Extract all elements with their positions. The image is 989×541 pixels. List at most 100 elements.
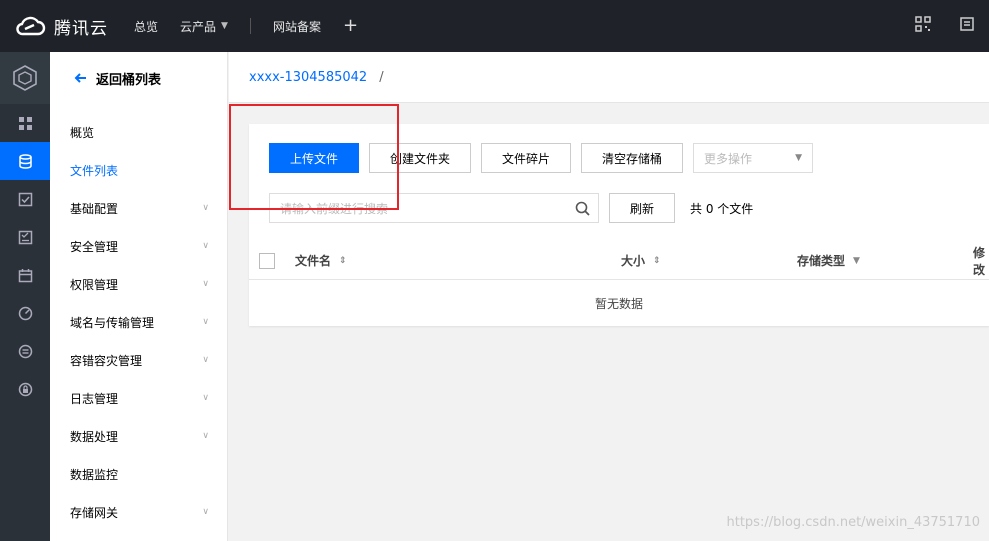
column-label: 大小 — [621, 254, 646, 268]
refresh-button[interactable]: 刷新 — [609, 193, 675, 223]
sidebar-item-label: 概览 — [70, 125, 95, 140]
upload-file-button[interactable]: 上传文件 — [269, 143, 359, 173]
column-size[interactable]: 大小 ⇕ — [621, 252, 661, 269]
column-label: 修改 — [973, 245, 986, 277]
sidebar-item-file-list[interactable]: 文件列表 — [50, 151, 227, 189]
nav-add-button[interactable]: + — [343, 17, 358, 35]
hexagon-cube-icon — [13, 65, 37, 91]
sidebar-item-overview[interactable]: 概览 — [50, 113, 227, 151]
lock-circle-icon — [18, 382, 32, 396]
file-count: 共 0 个文件 — [690, 201, 754, 216]
rail-dashboard[interactable] — [0, 104, 50, 142]
database-icon — [18, 153, 32, 169]
checkbox-icon — [18, 192, 32, 206]
grid-icon — [18, 116, 32, 130]
equal-circle-icon — [18, 344, 32, 358]
nav-cloud-products[interactable]: 云产品 ▼ — [180, 18, 228, 35]
rail-tasks[interactable] — [0, 180, 50, 218]
chevron-down-icon: ∨ — [202, 507, 209, 517]
rail-security[interactable] — [0, 370, 50, 408]
cos-product-logo[interactable] — [0, 52, 50, 104]
sidebar-item-label: 基础配置 — [70, 201, 119, 216]
document-icon[interactable] — [959, 16, 975, 32]
sidebar-item-basic-config[interactable]: 基础配置 ∨ — [50, 189, 227, 227]
nav-overview[interactable]: 总览 — [134, 18, 158, 35]
rail-inventory[interactable] — [0, 218, 50, 256]
column-modified[interactable]: 修改 — [973, 244, 989, 278]
back-label: 返回桶列表 — [96, 72, 162, 88]
chevron-down-icon: ▼ — [221, 21, 228, 31]
column-label: 文件名 — [295, 254, 332, 268]
prefix-search-input[interactable]: 请输入前缀进行搜索 — [269, 193, 599, 223]
toolbar: 上传文件 创建文件夹 文件碎片 清空存储桶 更多操作 ▼ — [269, 143, 813, 173]
column-storage-type[interactable]: 存储类型 ▼ — [797, 252, 860, 269]
sort-icon: ⇕ — [653, 255, 661, 266]
rail-messages[interactable] — [0, 332, 50, 370]
column-filename[interactable]: 文件名 ⇕ — [295, 252, 347, 269]
sort-icon: ⇕ — [339, 255, 347, 266]
filter-icon: ▼ — [853, 255, 860, 266]
caret-down-icon: ▼ — [795, 153, 802, 163]
watermark: https://blog.csdn.net/weixin_43751710 — [726, 515, 980, 530]
chevron-down-icon: ∨ — [202, 279, 209, 289]
checklist-icon — [18, 230, 32, 244]
tencent-cloud-logo[interactable]: 腾讯云 — [14, 14, 134, 39]
more-actions-dropdown[interactable]: 更多操作 ▼ — [693, 143, 813, 173]
sidebar-item-data-processing[interactable]: 数据处理 ∨ — [50, 417, 227, 455]
chevron-down-icon: ∨ — [202, 355, 209, 365]
sidebar-item-storage-gateway[interactable]: 存储网关 ∨ — [50, 493, 227, 531]
plus-icon: + — [342, 15, 359, 36]
search-placeholder: 请输入前缀进行搜索 — [280, 201, 389, 216]
main-content: xxxx-1304585042 / 上传文件 创建文件夹 文件碎片 清空存储桶 … — [229, 52, 989, 541]
rail-calendar[interactable] — [0, 256, 50, 294]
sidebar-item-label: 数据处理 — [70, 429, 119, 444]
column-label: 存储类型 — [797, 254, 846, 268]
sidebar-item-permissions[interactable]: 权限管理 ∨ — [50, 265, 227, 303]
sidebar-item-domain-transfer[interactable]: 域名与传输管理 ∨ — [50, 303, 227, 341]
breadcrumb-separator: / — [379, 69, 384, 85]
sidebar-item-security[interactable]: 安全管理 ∨ — [50, 227, 227, 265]
file-list-panel: 上传文件 创建文件夹 文件碎片 清空存储桶 更多操作 ▼ 请输入前缀进行搜索 刷… — [249, 124, 989, 326]
sidebar-item-label: 容错容灾管理 — [70, 353, 143, 368]
calendar-icon — [18, 268, 32, 282]
chevron-down-icon: ∨ — [202, 241, 209, 251]
gauge-icon — [18, 306, 32, 320]
sidebar-item-fault-tolerance[interactable]: 容错容灾管理 ∨ — [50, 341, 227, 379]
search-icon[interactable] — [575, 201, 590, 216]
nav-icp-filing-label: 网站备案 — [272, 19, 321, 34]
sidebar-item-label: 权限管理 — [70, 277, 119, 292]
table-header: 文件名 ⇕ 大小 ⇕ 存储类型 ▼ 修改 — [249, 242, 989, 280]
nav-icp-filing[interactable]: 网站备案 — [273, 18, 321, 35]
sidebar-item-label: 安全管理 — [70, 239, 119, 254]
sidebar-item-label: 数据监控 — [70, 467, 119, 482]
empty-state: 暂无数据 — [594, 297, 643, 311]
breadcrumb-bucket-link[interactable]: xxxx-1304585042 — [249, 70, 367, 85]
sidebar-item-label: 文件列表 — [70, 163, 119, 178]
rail-bucket-list[interactable] — [0, 142, 50, 180]
top-nav-bar: 腾讯云 总览 云产品 ▼ 网站备案 + — [0, 0, 989, 52]
rail-monitor[interactable] — [0, 294, 50, 332]
sidebar-item-label: 域名与传输管理 — [70, 315, 155, 330]
nav-divider — [249, 18, 251, 34]
file-fragments-button[interactable]: 文件碎片 — [481, 143, 571, 173]
back-to-bucket-list[interactable]: 返回桶列表 — [50, 52, 227, 104]
sidebar-item-data-monitoring[interactable]: 数据监控 — [50, 455, 227, 493]
cloud-logo-icon — [16, 16, 46, 36]
sidebar-item-label: 存储网关 — [70, 505, 119, 520]
clear-bucket-button[interactable]: 清空存储桶 — [581, 143, 683, 173]
select-all-checkbox[interactable] — [259, 252, 275, 269]
breadcrumb: xxxx-1304585042 / — [229, 52, 989, 103]
qrcode-icon[interactable] — [915, 16, 931, 32]
nav-cloud-products-label: 云产品 — [180, 19, 217, 34]
search-row: 请输入前缀进行搜索 刷新 共 0 个文件 — [269, 193, 753, 223]
sidebar-item-label: 日志管理 — [70, 391, 119, 406]
more-actions-label: 更多操作 — [704, 151, 753, 166]
arrow-left-icon — [74, 73, 86, 83]
chevron-down-icon: ∨ — [202, 393, 209, 403]
brand-name: 腾讯云 — [54, 18, 108, 39]
chevron-down-icon: ∨ — [202, 431, 209, 441]
chevron-down-icon: ∨ — [202, 317, 209, 327]
bucket-sidebar: 返回桶列表 概览 文件列表 基础配置 ∨ 安全管理 ∨ 权限管理 ∨ 域名与传输管理 ∨… — [50, 52, 228, 541]
sidebar-item-logs[interactable]: 日志管理 ∨ — [50, 379, 227, 417]
create-folder-button[interactable]: 创建文件夹 — [369, 143, 471, 173]
